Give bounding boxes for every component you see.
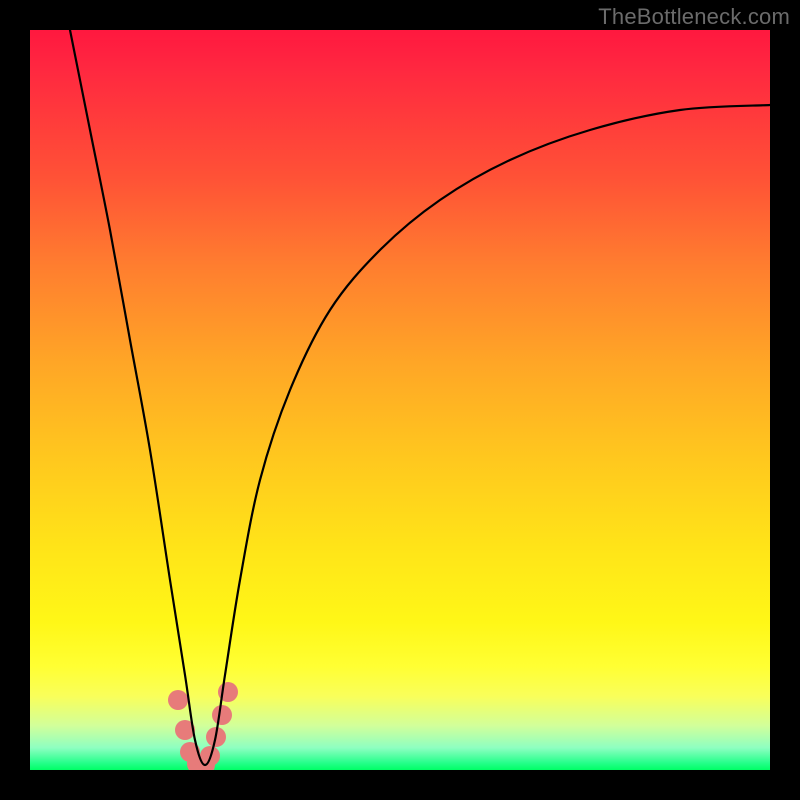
chart-frame: TheBottleneck.com	[0, 0, 800, 800]
highlight-marker	[168, 690, 188, 710]
highlight-markers-group	[168, 682, 238, 770]
watermark-text: TheBottleneck.com	[598, 4, 790, 30]
bottleneck-curve-line	[70, 30, 770, 765]
chart-svg	[30, 30, 770, 770]
highlight-marker	[212, 705, 232, 725]
chart-plot-area	[30, 30, 770, 770]
